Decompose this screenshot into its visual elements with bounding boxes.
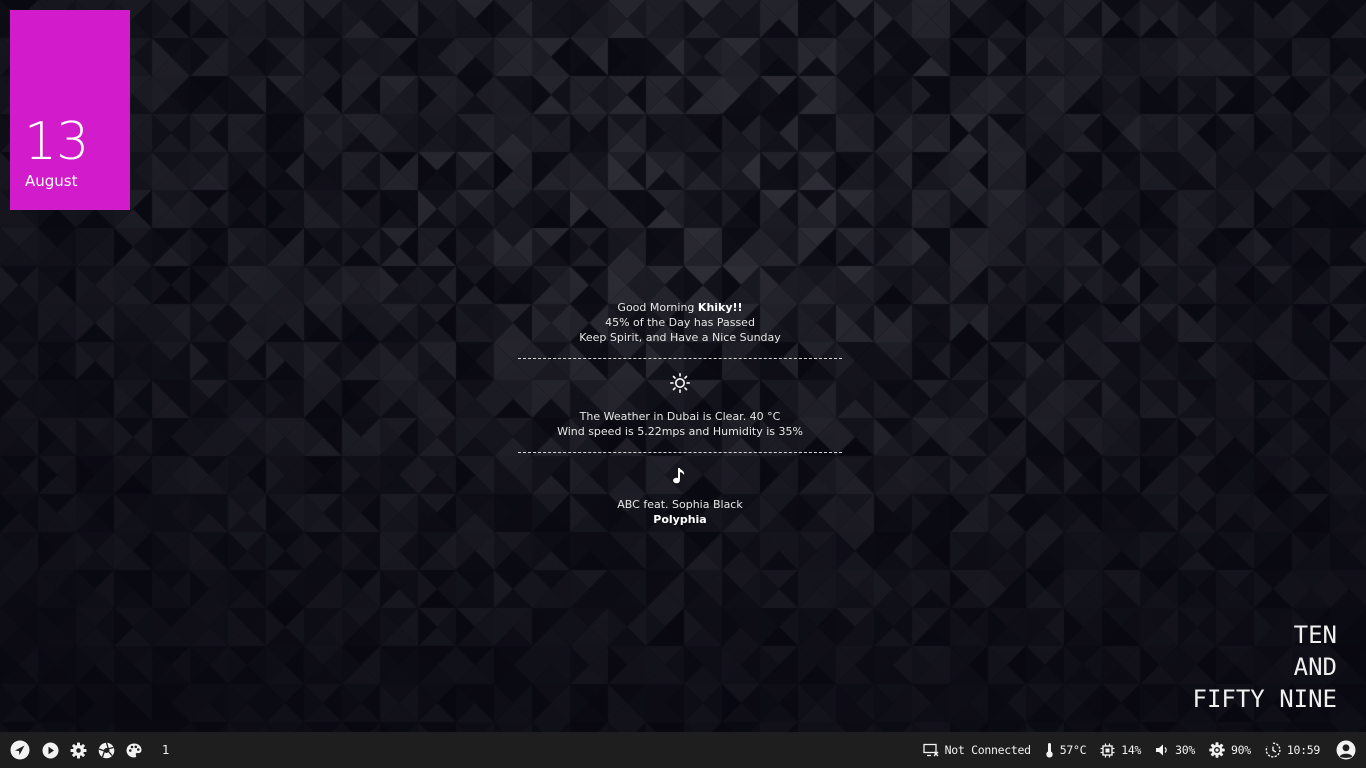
greeting-line: Good Morning Khiky!! xyxy=(518,300,842,315)
clock-time: 10:59 xyxy=(1286,743,1320,757)
volume-value: 30% xyxy=(1175,743,1195,757)
network-label: Not Connected xyxy=(944,743,1031,757)
word-clock-minutes: FIFTY NINE xyxy=(1192,685,1338,713)
day-progress: 45% of the Day has Passed xyxy=(605,316,755,329)
divider xyxy=(518,452,842,453)
temperature-status[interactable]: 57°C xyxy=(1045,742,1087,758)
date-month: August xyxy=(25,172,78,190)
user-name: Khiky!! xyxy=(697,301,743,314)
word-clock: TEN AND FIFTY NINE xyxy=(1193,619,1338,715)
brightness-value: 90% xyxy=(1231,743,1251,757)
clock-icon xyxy=(1265,742,1281,758)
network-status[interactable]: Not Connected xyxy=(922,743,1031,757)
user-icon xyxy=(1336,740,1356,760)
divider xyxy=(518,358,842,359)
taskbar-left: 1 xyxy=(10,732,170,768)
brightness-status[interactable]: 90% xyxy=(1209,742,1251,758)
music-note-icon xyxy=(518,467,842,487)
word-clock-and: AND xyxy=(1293,653,1337,681)
temperature-value: 57°C xyxy=(1059,743,1087,757)
track-artist: ABC feat. Sophia Black xyxy=(617,498,743,511)
aperture-icon[interactable] xyxy=(96,740,116,760)
palette-icon[interactable] xyxy=(124,740,144,760)
taskbar-right: Not Connected 57°C 14% 30% 90% 10:59 xyxy=(909,732,1356,768)
thermometer-icon xyxy=(1046,743,1053,758)
taskbar: 1 Not Connected 57°C 14% 30% 90% 10:59 xyxy=(0,732,1366,768)
greeting-prefix: Good Morning xyxy=(617,301,698,314)
volume-icon xyxy=(1156,744,1167,756)
workspace-indicator[interactable]: 1 xyxy=(162,743,170,757)
rocket-icon[interactable] xyxy=(10,740,30,760)
user-avatar[interactable] xyxy=(1336,740,1356,760)
info-widget: Good Morning Khiky!! 45% of the Day has … xyxy=(518,300,842,527)
brightness-icon xyxy=(1209,742,1225,758)
word-clock-hour: TEN xyxy=(1293,621,1337,649)
greeting-message: Keep Spirit, and Have a Nice Sunday xyxy=(579,331,781,344)
track-title: Polyphia xyxy=(518,512,842,527)
weather-description: The Weather in Dubai is Clear. 40 °C xyxy=(579,410,781,423)
sun-icon xyxy=(518,373,842,395)
gear-icon[interactable] xyxy=(68,740,88,760)
cpu-value: 14% xyxy=(1121,743,1142,757)
date-tile: 13 August xyxy=(10,10,130,210)
volume-status[interactable]: 30% xyxy=(1155,743,1195,757)
weather-details: Wind speed is 5.22mps and Humidity is 35… xyxy=(557,425,803,438)
track-title-text: Polyphia xyxy=(653,513,707,526)
play-icon[interactable] xyxy=(40,740,60,760)
cpu-status[interactable]: 14% xyxy=(1100,743,1141,758)
date-day: 13 xyxy=(24,112,89,172)
network-disconnected-icon xyxy=(922,743,939,757)
cpu-icon xyxy=(1100,743,1115,757)
clock-status[interactable]: 10:59 xyxy=(1265,742,1320,758)
